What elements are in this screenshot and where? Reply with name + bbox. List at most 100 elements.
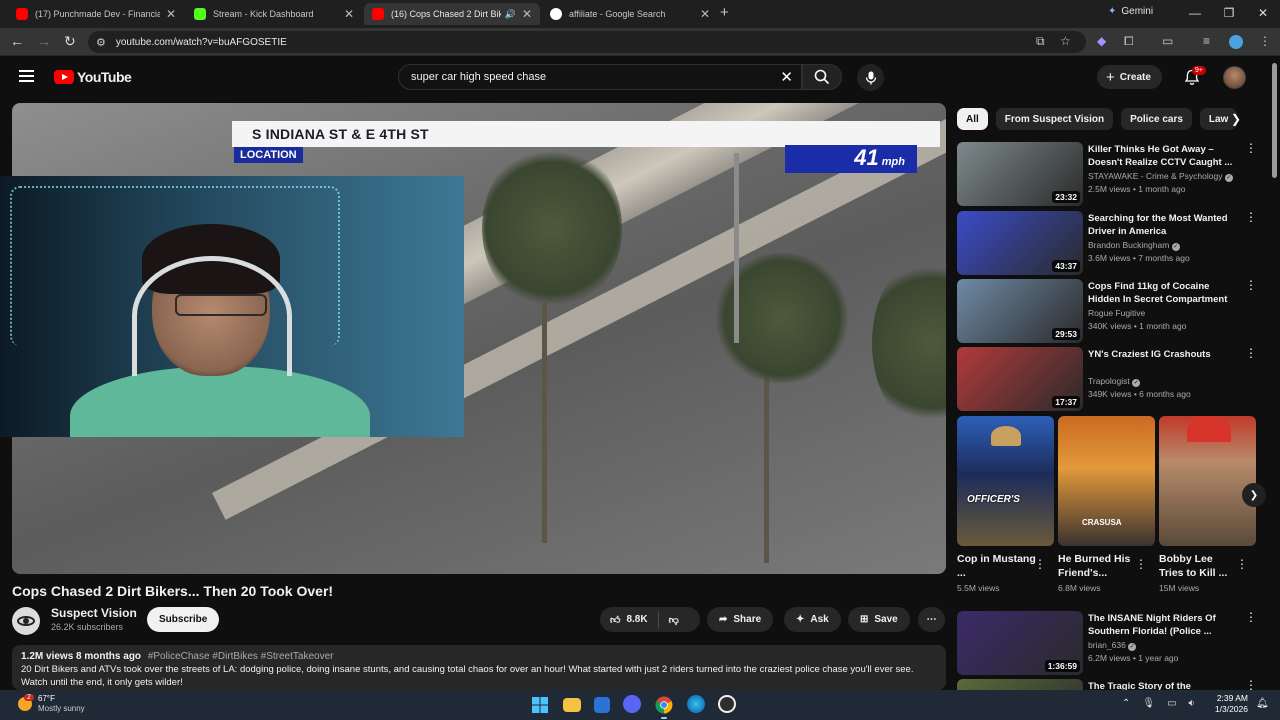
recommended-channel[interactable]: Trapologist ✓ — [1088, 376, 1141, 387]
more-vertical-icon[interactable]: ⋮ — [1245, 347, 1257, 359]
obs-recorder-icon[interactable] — [718, 695, 736, 713]
discord-icon[interactable] — [623, 695, 641, 713]
gemini-button[interactable]: ✦ Gemini — [1108, 6, 1153, 17]
clear-search-icon[interactable]: ✕ — [780, 68, 793, 86]
video-thumbnail[interactable]: 1:36:59 — [957, 611, 1083, 675]
minimize-icon[interactable]: — — [1178, 0, 1212, 28]
save-button[interactable]: ⊞ Save — [848, 607, 910, 632]
search-input[interactable] — [411, 71, 761, 83]
video-thumbnail[interactable]: 43:37 — [957, 211, 1083, 275]
edge-icon[interactable] — [687, 695, 705, 713]
close-tab-icon[interactable]: ✕ — [166, 7, 176, 21]
close-tab-icon[interactable]: ✕ — [522, 7, 532, 21]
channel-name[interactable]: Suspect Vision — [51, 606, 137, 620]
short-item[interactable]: CRASUSA He Burned His Friend's... 6.8M v… — [1058, 416, 1155, 593]
scrollbar-thumb[interactable] — [1272, 63, 1277, 178]
short-thumbnail[interactable]: OFFICER'S — [957, 416, 1054, 546]
create-button[interactable]: + Create — [1097, 65, 1162, 89]
file-explorer-icon[interactable] — [563, 698, 581, 712]
short-thumbnail[interactable]: CRASUSA — [1058, 416, 1155, 546]
more-vertical-icon[interactable]: ⋮ — [1236, 557, 1248, 571]
video-thumbnail[interactable]: 29:53 — [957, 279, 1083, 343]
site-info-icon[interactable]: ⚙ — [96, 36, 106, 49]
search-box[interactable]: ✕ — [398, 64, 802, 90]
recommended-channel[interactable]: Brandon Buckingham ✓ — [1088, 240, 1180, 251]
tab-google-search[interactable]: affiliate - Google Search ✕ — [542, 3, 718, 25]
reload-icon[interactable]: ↻ — [64, 33, 76, 50]
close-tab-icon[interactable]: ✕ — [344, 7, 354, 21]
page-scrollbar[interactable] — [1269, 57, 1280, 687]
more-vertical-icon[interactable]: ⋮ — [1245, 611, 1257, 623]
maximize-icon[interactable]: ❐ — [1212, 0, 1246, 28]
profile-avatar-icon[interactable] — [1229, 35, 1243, 49]
extensions-puzzle-icon[interactable]: ⧠ — [1124, 34, 1134, 49]
media-controls-icon[interactable]: ≡ — [1203, 34, 1210, 48]
forward-icon[interactable]: → — [37, 33, 51, 49]
extension-icon[interactable]: ◆ — [1097, 34, 1106, 48]
shorts-next-button[interactable]: ❯ — [1242, 483, 1266, 507]
dislike-button[interactable]: 👎︎ — [659, 614, 689, 626]
recommended-channel[interactable]: STAYAWAKE - Crime & Psychology ✓ — [1088, 171, 1233, 182]
split-view-icon[interactable]: ▭ — [1162, 34, 1173, 48]
bookmark-star-icon[interactable]: ☆ — [1060, 34, 1071, 48]
share-button[interactable]: ➦ Share — [707, 607, 774, 632]
network-icon[interactable]: ▭ — [1167, 698, 1176, 709]
youtube-logo[interactable]: YouTube — [54, 69, 132, 85]
hashtags[interactable]: #PoliceChase #DirtBikes #StreetTakeover — [148, 651, 334, 662]
notification-bell-icon[interactable]: 🔔︎ — [1256, 698, 1269, 709]
short-item[interactable]: Bobby Lee Tries to Kill ... 15M views ⋮ — [1159, 416, 1256, 593]
chip-all[interactable]: All — [957, 108, 988, 130]
back-icon[interactable]: ← — [10, 33, 24, 49]
taskbar-clock[interactable]: 2:39 AM 1/3/2026 — [1208, 693, 1248, 715]
recommended-title[interactable]: Searching for the Most Wanted Driver in … — [1088, 212, 1238, 238]
tab-kick[interactable]: Stream - Kick Dashboard ✕ — [186, 3, 362, 25]
tab-current-video[interactable]: (16) Cops Chased 2 Dirt Bik 🔊 ✕ — [364, 3, 540, 25]
recommended-title[interactable]: Killer Thinks He Got Away – Doesn't Real… — [1088, 143, 1238, 169]
subscribe-button[interactable]: Subscribe — [147, 607, 220, 632]
video-thumbnail[interactable]: 17:37 — [957, 347, 1083, 411]
short-item[interactable]: OFFICER'S Cop in Mustang ... 5.5M views … — [957, 416, 1054, 593]
channel-avatar[interactable] — [12, 607, 40, 635]
recommended-channel[interactable]: Rogue Fugitive — [1088, 308, 1145, 318]
chip-from-channel[interactable]: From Suspect Vision — [995, 108, 1114, 130]
chrome-icon[interactable] — [654, 695, 674, 719]
recommended-video[interactable]: 23:32 Killer Thinks He Got Away – Doesn't… — [957, 142, 1257, 206]
microphone-tray-icon[interactable]: 🎙︎ — [1142, 698, 1155, 709]
new-tab-icon[interactable]: + — [720, 4, 729, 21]
windows-start-icon[interactable] — [530, 695, 550, 715]
microsoft-store-icon[interactable] — [594, 697, 610, 713]
close-tab-icon[interactable]: ✕ — [700, 7, 710, 21]
recommended-title[interactable]: The INSANE Night Riders Of Southern Flor… — [1088, 612, 1238, 638]
chip-police-cars[interactable]: Police cars — [1121, 108, 1192, 130]
volume-icon[interactable]: 🔉︎ — [1189, 698, 1195, 709]
more-vertical-icon[interactable]: ⋮ — [1245, 211, 1257, 223]
recommended-video[interactable]: 29:53 Cops Find 11kg of Cocaine Hidden In… — [957, 279, 1257, 343]
recommended-video[interactable]: 17:37 YN's Craziest IG Crashouts Trapologi… — [957, 347, 1257, 411]
voice-search-button[interactable] — [857, 64, 884, 91]
more-vertical-icon[interactable]: ⋮ — [1245, 279, 1257, 291]
hamburger-menu-icon[interactable] — [19, 70, 34, 85]
video-thumbnail[interactable]: 23:32 — [957, 142, 1083, 206]
close-window-icon[interactable]: ✕ — [1246, 0, 1280, 28]
ask-button[interactable]: ✦ Ask — [784, 607, 841, 632]
recommended-video[interactable]: 1:36:59 The INSANE Night Riders Of Southe… — [957, 611, 1257, 675]
recommended-channel[interactable]: brian_636 ✓ — [1088, 640, 1137, 651]
more-vertical-icon[interactable]: ⋮ — [1245, 142, 1257, 154]
account-avatar[interactable] — [1223, 66, 1246, 89]
recommended-title[interactable]: YN's Craziest IG Crashouts — [1088, 348, 1238, 361]
chevron-right-icon[interactable]: ❯ — [1231, 112, 1241, 126]
recommended-video[interactable]: 43:37 Searching for the Most Wanted Drive… — [957, 211, 1257, 275]
weather-widget[interactable]: 2 67°F Mostly sunny — [18, 694, 85, 714]
search-button[interactable] — [802, 64, 842, 90]
like-button[interactable]: 👍︎ 8.8K — [600, 611, 659, 628]
install-app-icon[interactable]: ⧉ — [1036, 34, 1045, 49]
short-thumbnail[interactable] — [1159, 416, 1256, 546]
tray-overflow-icon[interactable]: ⌃ — [1122, 698, 1130, 709]
recommended-title[interactable]: Cops Find 11kg of Cocaine Hidden In Secr… — [1088, 280, 1238, 306]
more-actions-button[interactable]: ⋯ — [918, 607, 945, 632]
audio-playing-icon[interactable]: 🔊 — [505, 9, 516, 20]
more-vertical-icon[interactable]: ⋮ — [1135, 557, 1147, 571]
address-bar[interactable]: ⚙ youtube.com/watch?v=buAFGOSETIE — [88, 31, 1086, 53]
description-box[interactable]: 1.2M views 8 months ago #PoliceChase #Di… — [12, 645, 946, 690]
tab-punchmade[interactable]: (17) Punchmade Dev - Financia ✕ — [8, 3, 184, 25]
